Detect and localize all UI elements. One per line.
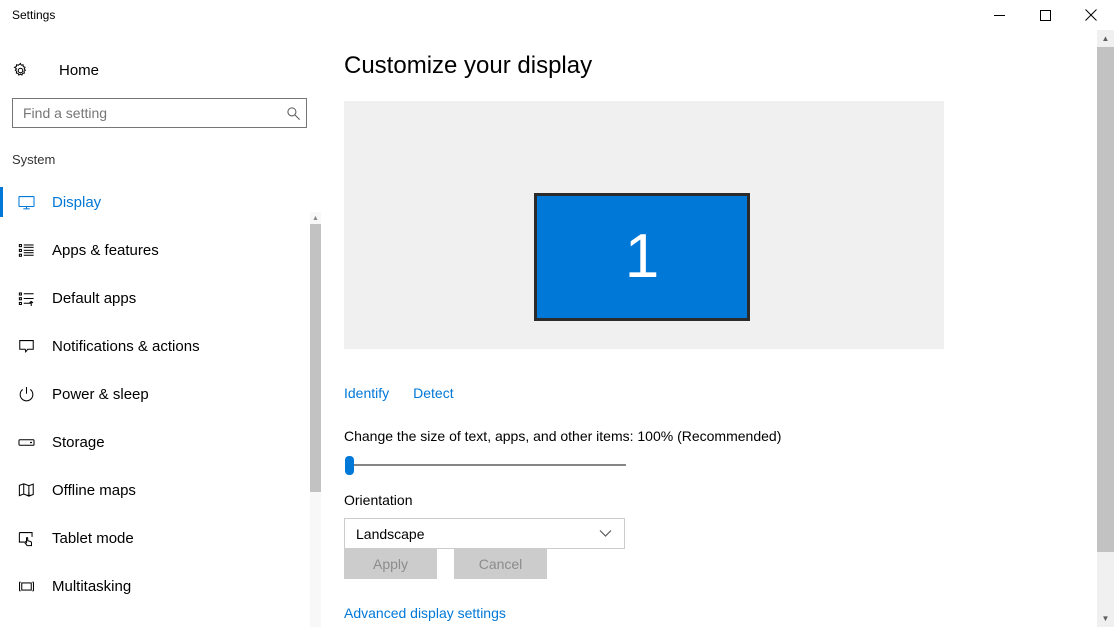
settings-window: Settings Home Find a setting System Disp… [0, 0, 1114, 627]
window-title: Settings [12, 8, 56, 22]
accent-bar [0, 379, 3, 409]
close-button[interactable] [1068, 0, 1114, 30]
page-title: Customize your display [344, 52, 593, 79]
sidebar-item-apps-features[interactable]: Apps & features [0, 226, 310, 274]
active-accent-bar [0, 187, 3, 217]
minimize-button[interactable] [976, 0, 1022, 30]
sidebar-section-title: System [12, 152, 56, 167]
sidebar-item-label: Apps & features [52, 241, 159, 259]
monitor-number-label: 1 [624, 222, 660, 291]
advanced-display-settings-link[interactable]: Advanced display settings [344, 605, 506, 621]
identify-link[interactable]: Identify [344, 385, 389, 401]
home-label: Home [59, 61, 100, 79]
chevron-down-icon [599, 529, 612, 538]
power-icon [14, 382, 38, 406]
list-bullets-icon [14, 238, 38, 262]
sidebar-item-label: Storage [52, 433, 105, 451]
search-input[interactable] [13, 100, 280, 126]
sidebar-item-label: Tablet mode [52, 529, 134, 547]
close-icon [1085, 9, 1097, 21]
title-bar: Settings [0, 0, 1114, 30]
monitor-preview-1[interactable]: 1 [534, 193, 750, 321]
sidebar-item-multitasking[interactable]: Multitasking [0, 562, 310, 610]
main-scrollbar[interactable]: ▲ ▼ [1097, 30, 1114, 627]
display-actions: Identify Detect [344, 385, 454, 401]
sidebar-item-offline-maps[interactable]: Offline maps [0, 466, 310, 514]
sidebar-item-tablet-mode[interactable]: Tablet mode [0, 514, 310, 562]
display-preview-area: 1 [344, 101, 944, 349]
tablet-hand-icon [14, 526, 38, 550]
sidebar-scrollbar[interactable]: ▲ ▼ [310, 212, 321, 627]
sidebar-item-label: Display [52, 193, 102, 211]
drive-icon [14, 430, 38, 454]
sidebar-item-label: Power & sleep [52, 385, 149, 403]
accent-bar [0, 235, 3, 265]
speech-bubble-icon [14, 334, 38, 358]
sidebar-item-label: Offline maps [52, 481, 136, 499]
accent-bar [0, 523, 3, 553]
sidebar-item-label: Notifications & actions [52, 337, 200, 355]
scroll-up-arrow-icon[interactable]: ▲ [1097, 30, 1114, 47]
maximize-button[interactable] [1022, 0, 1068, 30]
orientation-label: Orientation [344, 492, 413, 508]
sidebar-nav-list: Display Apps & features Default apps Not… [0, 178, 310, 627]
slider-thumb[interactable] [345, 456, 354, 475]
sidebar-item-label: Multitasking [52, 577, 132, 595]
cancel-button[interactable]: Cancel [454, 548, 547, 579]
maximize-icon [1039, 9, 1051, 21]
apply-button[interactable]: Apply [344, 548, 437, 579]
monitor-icon [14, 190, 38, 214]
scroll-up-arrow-icon[interactable]: ▲ [310, 212, 321, 224]
main-scrollbar-thumb[interactable] [1097, 47, 1114, 552]
scroll-down-arrow-icon[interactable]: ▼ [1097, 610, 1114, 627]
sidebar-item-display[interactable]: Display [0, 178, 310, 226]
accent-bar [0, 283, 3, 313]
sidebar-item-label: Default apps [52, 289, 137, 307]
accent-bar [0, 331, 3, 361]
sidebar-item-notifications-actions[interactable]: Notifications & actions [0, 322, 310, 370]
map-download-icon [14, 478, 38, 502]
sidebar-scrollbar-thumb[interactable] [310, 224, 321, 492]
sidebar-item-default-apps[interactable]: Default apps [0, 274, 310, 322]
action-buttons: Apply Cancel [344, 548, 547, 579]
window-controls [976, 0, 1114, 30]
sidebar-item-home[interactable]: Home [12, 55, 262, 85]
scale-slider[interactable] [344, 454, 626, 476]
gear-icon [12, 62, 42, 79]
minimize-icon [993, 10, 1005, 21]
sidebar-item-power-sleep[interactable]: Power & sleep [0, 370, 310, 418]
multitasking-icon [14, 574, 38, 598]
detect-link[interactable]: Detect [413, 385, 453, 401]
sidebar-item-storage[interactable]: Storage [0, 418, 310, 466]
accent-bar [0, 427, 3, 457]
search-box[interactable] [12, 98, 307, 128]
search-icon[interactable] [280, 106, 306, 121]
sidebar: Home System Display [0, 30, 321, 627]
slider-track[interactable] [350, 464, 626, 466]
accent-bar [0, 475, 3, 505]
main-content: Customize your display 1 Identify Detect… [321, 30, 1093, 627]
scale-slider-label: Change the size of text, apps, and other… [344, 428, 782, 444]
accent-bar [0, 571, 3, 601]
orientation-select[interactable]: Landscape [344, 518, 625, 549]
list-arrow-icon [14, 286, 38, 310]
orientation-selected-value: Landscape [356, 525, 425, 542]
